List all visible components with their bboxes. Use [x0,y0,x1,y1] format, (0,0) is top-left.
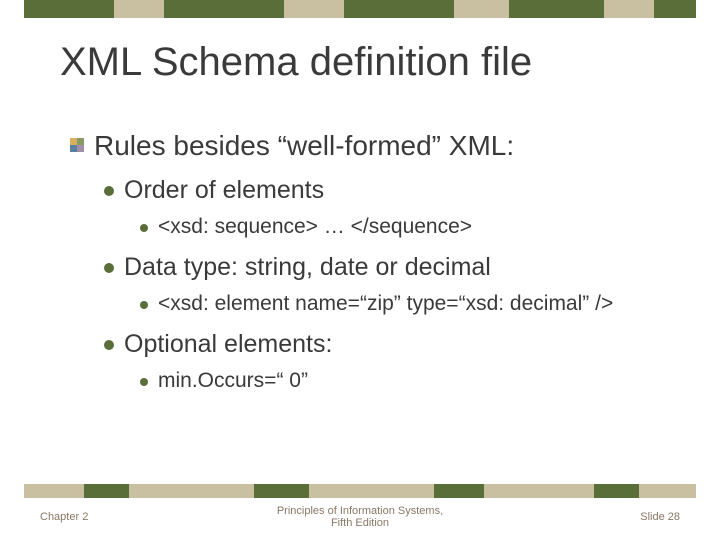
round-bullet-icon [140,378,148,386]
level2-text: Data type: string, date or decimal [124,253,491,282]
top-decor-band [24,0,696,18]
footer-right: Slide 28 [550,511,680,523]
level2-text: Optional elements: [124,330,332,359]
slide-title: XML Schema definition file [60,40,680,85]
bullet-level2: Order of elements [104,176,690,205]
level1-text: Rules besides “well-formed” XML: [94,130,514,162]
footer: Chapter 2 Principles of Information Syst… [40,502,680,532]
round-bullet-icon [140,224,148,232]
level2-text: Order of elements [124,176,324,205]
level3-text: <xsd: element name=“zip” type=“xsd: deci… [158,292,613,316]
bullet-level3: min.Occurs=“ 0” [140,369,690,393]
round-bullet-icon [104,263,114,273]
bullet-level3: <xsd: sequence> … </sequence> [140,215,690,239]
bullet-level1: Rules besides “well-formed” XML: [70,130,690,162]
level3-text: min.Occurs=“ 0” [158,369,308,393]
footer-center: Principles of Information Systems,Fifth … [170,505,550,529]
bullet-level2: Data type: string, date or decimal [104,253,690,282]
bullet-level3: <xsd: element name=“zip” type=“xsd: deci… [140,292,690,316]
round-bullet-icon [104,186,114,196]
round-bullet-icon [104,340,114,350]
bullet-level2: Optional elements: [104,330,690,359]
square-bullet-icon [70,138,84,152]
level3-text: <xsd: sequence> … </sequence> [158,215,472,239]
bottom-decor-band [24,484,696,498]
content-area: Rules besides “well-formed” XML: Order o… [70,130,690,407]
footer-left: Chapter 2 [40,511,170,523]
round-bullet-icon [140,301,148,309]
